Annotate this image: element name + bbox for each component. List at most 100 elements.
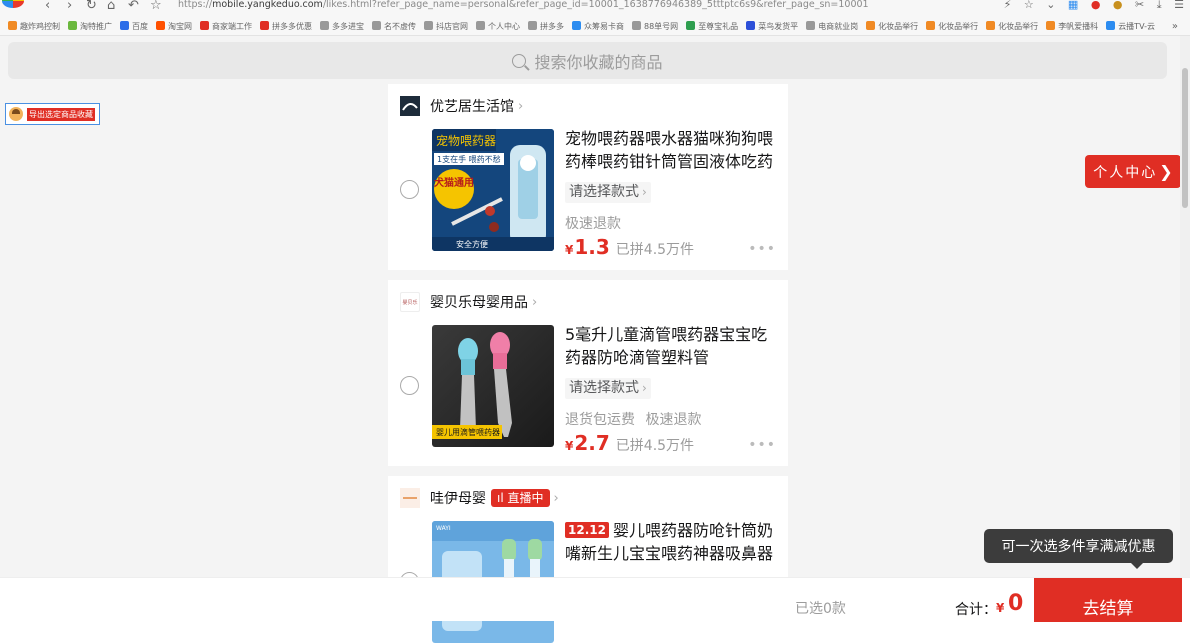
bookmark-item[interactable]: 拼多多优惠 xyxy=(260,19,312,35)
home-icon[interactable]: ⌂ xyxy=(107,0,115,13)
spec-selector[interactable]: 请选择款式 › xyxy=(565,378,651,399)
bookmark-icon xyxy=(986,21,996,30)
bookmark-icon xyxy=(120,21,129,30)
bookmark-label: 趣炸鸡控制 xyxy=(20,22,60,31)
bookmark-item[interactable]: 化妆品举行 xyxy=(866,19,918,35)
search-placeholder: 搜索你收藏的商品 xyxy=(534,52,663,72)
personal-center-button[interactable]: 个人中心 ❯ xyxy=(1085,155,1181,188)
shop-link[interactable]: 哇伊母婴 ıl 直播中 › xyxy=(400,487,559,509)
live-bars-icon: ıl xyxy=(497,491,504,505)
product-image[interactable]: 宠物喂药器 1支在手 喂药不愁 犬猫通用 安全方便 xyxy=(432,129,554,251)
bookmark-item[interactable]: 拼多多 xyxy=(528,19,564,35)
back-icon[interactable]: ‹ xyxy=(45,0,50,13)
bookmark-item[interactable]: 个人中心 xyxy=(476,19,520,35)
chevron-right-icon: › xyxy=(518,98,524,114)
promo-tag: 12.12 xyxy=(565,522,609,538)
shop-logo xyxy=(400,96,420,116)
browser-logo-icon xyxy=(2,0,24,8)
total-value: 0 xyxy=(1008,591,1024,616)
undo-icon[interactable]: ↶ xyxy=(128,0,139,13)
export-favorites-button[interactable]: 导出选定商品收藏 xyxy=(5,103,100,125)
extension-icon[interactable]: ● xyxy=(1091,0,1101,11)
bookmark-icon xyxy=(320,21,329,30)
bookmark-item[interactable]: 化妆品举行 xyxy=(926,19,978,35)
bookmark-item[interactable]: 化妆品举行 xyxy=(986,19,1038,35)
product-title[interactable]: 5毫升儿童滴管喂药器宝宝吃药器防呛滴管塑料管 xyxy=(565,323,777,369)
forward-icon[interactable]: › xyxy=(67,0,72,13)
select-radio[interactable] xyxy=(400,376,419,395)
bookmark-item[interactable]: 88单号网 xyxy=(632,19,678,35)
product-title[interactable]: 宠物喂药器喂水器猫咪狗狗喂药棒喂药钳针筒管固液体吃药 xyxy=(565,127,777,173)
image-caption-bottom: 安全方便 xyxy=(456,239,488,249)
more-options-icon[interactable]: ••• xyxy=(748,241,776,257)
browser-nav-row: ‹ › ↻ ⌂ ↶ ☆ https://mobile.yangkeduo.com… xyxy=(0,0,1190,14)
service-tag: 退货包运费 xyxy=(565,412,635,428)
bookmark-item[interactable]: 百度 xyxy=(120,19,148,35)
bookmark-label: 拼多多 xyxy=(540,22,564,31)
chevron-down-icon[interactable]: ⌄ xyxy=(1046,0,1055,11)
live-badge[interactable]: ıl 直播中 xyxy=(491,489,550,507)
price-value: 2.7 xyxy=(574,431,610,455)
price-value: 1.3 xyxy=(574,235,610,259)
search-input[interactable]: 搜索你收藏的商品 xyxy=(8,42,1167,79)
bookmark-item[interactable]: 抖店官网 xyxy=(424,19,468,35)
service-tag: 极速退款 xyxy=(645,412,702,428)
checkout-button[interactable]: 去结算 xyxy=(1034,578,1182,622)
bookmarks-more-icon[interactable]: » xyxy=(1172,19,1178,35)
bookmark-label: 至尊宝礼品 xyxy=(698,22,739,31)
service-tags: 退货包运费 极速退款 xyxy=(565,409,707,429)
image-caption: 婴儿用滴管喂药器 xyxy=(436,427,500,437)
product-title[interactable]: 12.12 婴儿喂药器防呛针筒奶嘴新生儿宝宝喂药神器吸鼻器 xyxy=(565,519,777,565)
shop-logo-text: 婴贝乐 xyxy=(402,299,418,306)
bookmark-item[interactable]: 商家端工作 xyxy=(200,19,252,35)
bookmark-icon xyxy=(68,21,77,30)
bookmark-icon xyxy=(424,21,433,30)
bookmark-label: 化妆品举行 xyxy=(998,22,1039,31)
apps-icon[interactable]: ▦ xyxy=(1068,0,1078,11)
bookmark-item[interactable]: 淘特推广 xyxy=(68,19,112,35)
spec-selector[interactable]: 请选择款式 › xyxy=(565,182,651,203)
shop-link[interactable]: 婴贝乐 婴贝乐母婴用品 › xyxy=(400,291,537,313)
bookmark-item[interactable]: 电商就业岗 xyxy=(806,19,858,35)
price-symbol: ¥ xyxy=(565,439,574,453)
reload-icon[interactable]: ↻ xyxy=(86,0,97,13)
spec-label: 请选择款式 xyxy=(569,380,639,396)
bookmark-icon xyxy=(926,21,936,30)
chevron-right-icon: › xyxy=(642,381,647,395)
bookmark-item[interactable]: 名不虚传 xyxy=(372,19,416,35)
shop-link[interactable]: 优艺居生活馆 › xyxy=(400,95,523,117)
bookmark-star-icon[interactable]: ☆ xyxy=(150,0,162,13)
personal-center-label: 个人中心 xyxy=(1093,164,1158,181)
tools-icon[interactable]: ✂ xyxy=(1135,0,1144,11)
select-radio[interactable] xyxy=(400,180,419,199)
menu-icon[interactable]: ☰ xyxy=(1174,0,1184,11)
image-brand: WAYI xyxy=(436,525,451,532)
bookmark-item[interactable]: 多多进宝 xyxy=(320,19,364,35)
bookmark-icon xyxy=(156,21,165,30)
scrollbar[interactable] xyxy=(1180,36,1190,621)
user-icon[interactable]: ● xyxy=(1113,0,1123,11)
scrollbar-thumb[interactable] xyxy=(1182,68,1188,208)
bookmark-item[interactable]: 众筹易卡商 xyxy=(572,19,624,35)
product-image[interactable]: 婴儿用滴管喂药器 xyxy=(432,325,554,447)
bookmark-icon xyxy=(746,21,756,30)
bookmark-label: 化妆品举行 xyxy=(878,22,919,31)
lightning-icon[interactable]: ⚡ xyxy=(1004,0,1012,11)
bookmark-item[interactable]: 趣炸鸡控制 xyxy=(8,19,60,35)
download-icon[interactable]: ⤓ xyxy=(1157,0,1162,11)
chevron-right-icon: › xyxy=(642,185,647,199)
more-options-icon[interactable]: ••• xyxy=(748,437,776,453)
bookmark-item[interactable]: 李帆爱播科 xyxy=(1046,19,1098,35)
live-label: 直播中 xyxy=(507,491,544,505)
bookmark-icon xyxy=(632,21,641,30)
address-bar[interactable]: https://mobile.yangkeduo.com/likes.html?… xyxy=(178,0,869,10)
bookmark-icon xyxy=(476,21,485,30)
favorite-icon[interactable]: ☆ xyxy=(1024,0,1034,11)
total-label: 合计： xyxy=(955,602,997,618)
bookmark-item[interactable]: 至尊宝礼品 xyxy=(686,19,738,35)
bookmark-item[interactable]: 淘宝网 xyxy=(156,19,192,35)
bookmark-icon xyxy=(528,21,537,30)
bookmark-label: 菜鸟发货平 xyxy=(758,22,799,31)
bookmark-item[interactable]: 菜鸟发货平 xyxy=(746,19,798,35)
bookmark-item[interactable]: 云播TV-云 xyxy=(1106,19,1155,35)
